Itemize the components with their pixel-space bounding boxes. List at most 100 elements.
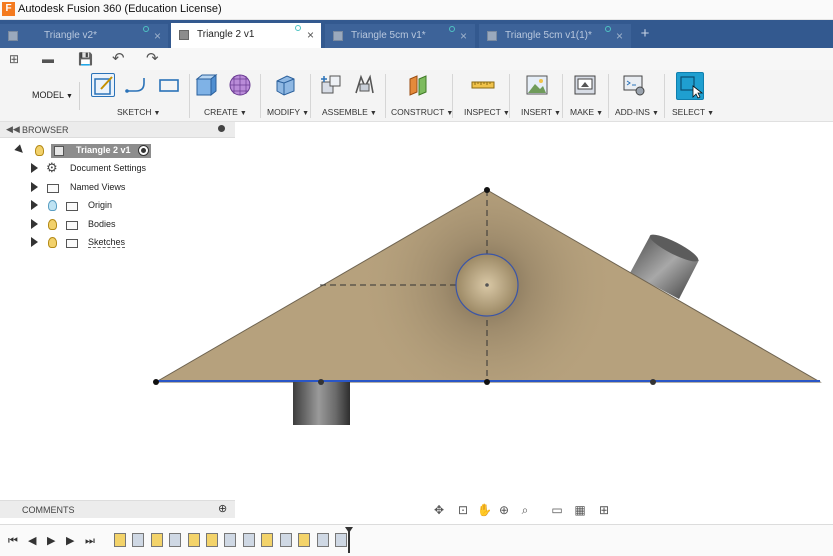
timeline-extrude-feature[interactable]: [132, 533, 144, 547]
3d-print-icon[interactable]: [573, 73, 597, 97]
joint-icon[interactable]: [352, 73, 376, 97]
line-sketch-icon[interactable]: [124, 73, 148, 97]
sketch-point[interactable]: [153, 379, 159, 385]
construct-menu[interactable]: CONSTRUCT ▼: [391, 107, 453, 117]
next-step-icon[interactable]: ▶: [66, 535, 78, 547]
pan-icon[interactable]: ✋: [477, 503, 492, 517]
title-bar: F Autodesk Fusion 360 (Education License…: [0, 0, 833, 20]
create-sketch-icon[interactable]: [91, 73, 115, 97]
close-icon[interactable]: ×: [154, 29, 161, 43]
addins-menu[interactable]: ADD-INS ▼: [615, 107, 659, 117]
scripts-addins-icon[interactable]: [622, 73, 646, 97]
press-pull-icon[interactable]: [273, 73, 297, 97]
look-at-icon[interactable]: ⊡: [456, 503, 470, 517]
divider: [608, 74, 609, 118]
comments-panel[interactable]: COMMENTS ⊕: [0, 500, 235, 518]
divider: [189, 74, 190, 118]
new-tab-button[interactable]: +: [636, 25, 654, 43]
timeline-extrude-feature[interactable]: [280, 533, 292, 547]
undo-icon[interactable]: ↶: [112, 51, 125, 67]
new-component-icon[interactable]: [319, 73, 343, 97]
rectangle-sketch-icon[interactable]: [157, 73, 181, 97]
divider: [562, 74, 563, 118]
timeline-extrude-feature[interactable]: [169, 533, 181, 547]
sketch-point[interactable]: [484, 187, 490, 193]
sketch-point[interactable]: [484, 379, 490, 385]
design-icon: [8, 31, 18, 41]
create-menu[interactable]: CREATE ▼: [204, 107, 247, 117]
inspect-menu[interactable]: INSPECT ▼: [464, 107, 510, 117]
fit-zoom-icon[interactable]: ⌕: [518, 503, 532, 517]
tab-triangle-5cm-v1[interactable]: Triangle 5cm v1* ×: [325, 24, 475, 48]
offset-plane-icon[interactable]: [407, 73, 431, 97]
grid-settings-icon[interactable]: ▦: [573, 503, 587, 517]
canvas-viewport[interactable]: [0, 138, 833, 500]
fusion-logo-icon: F: [2, 2, 15, 16]
divider: [385, 74, 386, 118]
timeline-extrude-feature[interactable]: [335, 533, 347, 547]
redo-icon[interactable]: ↷: [146, 51, 159, 67]
insert-image-icon[interactable]: [525, 73, 549, 97]
cloud-status-icon: [605, 26, 611, 32]
sketch-point[interactable]: [318, 379, 324, 385]
pin-icon[interactable]: [218, 125, 225, 132]
browser-panel-header: ◀◀ BROWSER: [0, 122, 235, 138]
timeline-extrude-feature[interactable]: [317, 533, 329, 547]
tab-triangle-2-v1[interactable]: Triangle 2 v1 ×: [171, 23, 321, 48]
cloud-status-icon: [449, 26, 455, 32]
timeline-extrude-feature[interactable]: [243, 533, 255, 547]
design-icon: [333, 31, 343, 41]
browser-title: BROWSER: [22, 125, 69, 135]
add-comment-icon[interactable]: ⊕: [218, 504, 227, 515]
file-menu-icon[interactable]: ▬: [42, 51, 54, 67]
tab-triangle-5cm-v1-1[interactable]: Triangle 5cm v1(1)* ×: [479, 24, 631, 48]
workspace-switcher[interactable]: MODEL ▼: [12, 82, 80, 110]
cylinder-peg-bottom[interactable]: [293, 382, 350, 425]
save-icon[interactable]: 💾: [78, 51, 93, 67]
first-step-icon[interactable]: ⏮: [8, 535, 20, 547]
zoom-icon[interactable]: ⊕: [497, 503, 511, 517]
data-panel-icon[interactable]: ⊞: [9, 51, 19, 67]
tab-label: Triangle 5cm v1(1)*: [505, 30, 592, 41]
modify-menu[interactable]: MODIFY ▼: [267, 107, 309, 117]
collapse-panel-icon[interactable]: ◀◀: [6, 124, 20, 135]
design-icon: [179, 30, 189, 40]
timeline-sketch-feature[interactable]: [151, 533, 163, 547]
viewports-icon[interactable]: ⊞: [597, 503, 611, 517]
extrude-icon[interactable]: [194, 73, 218, 97]
select-menu[interactable]: SELECT ▼: [672, 107, 714, 117]
assemble-menu[interactable]: ASSEMBLE ▼: [322, 107, 377, 117]
previous-step-icon[interactable]: ◀: [28, 535, 40, 547]
document-tab-bar: Triangle v2* × Triangle 2 v1 × Triangle …: [0, 20, 833, 48]
divider: [260, 74, 261, 118]
navigation-toolbar: ✥ ⊡ ✋ ⊕ ⌕ ▭ ▦ ⊞: [430, 500, 620, 520]
design-icon: [487, 31, 497, 41]
measure-icon[interactable]: [471, 73, 495, 97]
close-icon[interactable]: ×: [307, 28, 314, 42]
sketch-point[interactable]: [650, 379, 656, 385]
tab-triangle-v2[interactable]: Triangle v2* ×: [0, 24, 168, 48]
play-icon[interactable]: ▶: [47, 535, 59, 547]
insert-menu[interactable]: INSERT ▼: [521, 107, 561, 117]
toolbar-ribbon: MODEL ▼ SKETCH ▼ CREATE ▼ MODIFY ▼ ASSEMBLE ▼…: [0, 70, 833, 122]
close-icon[interactable]: ×: [460, 29, 467, 43]
timeline-sketch-feature[interactable]: [298, 533, 310, 547]
sketch-menu[interactable]: SKETCH ▼: [117, 107, 160, 117]
timeline-sketch-feature[interactable]: [261, 533, 273, 547]
tab-label: Triangle v2*: [44, 30, 97, 41]
make-menu[interactable]: MAKE ▼: [570, 107, 603, 117]
timeline-bar: ⏮ ◀ ▶ ▶ ⏭: [0, 524, 833, 556]
timeline-marker-handle[interactable]: [345, 527, 353, 533]
last-step-icon[interactable]: ⏭: [85, 535, 97, 547]
select-tool-icon[interactable]: [676, 72, 704, 100]
timeline-sketch-feature[interactable]: [188, 533, 200, 547]
form-icon[interactable]: [228, 73, 252, 97]
display-settings-icon[interactable]: ▭: [550, 503, 564, 517]
cloud-status-icon: [143, 26, 149, 32]
timeline-sketch-feature[interactable]: [114, 533, 126, 547]
close-icon[interactable]: ×: [616, 29, 623, 43]
timeline-sketch-feature[interactable]: [206, 533, 218, 547]
orbit-icon[interactable]: ✥: [432, 503, 446, 517]
divider: [509, 74, 510, 118]
timeline-extrude-feature[interactable]: [224, 533, 236, 547]
